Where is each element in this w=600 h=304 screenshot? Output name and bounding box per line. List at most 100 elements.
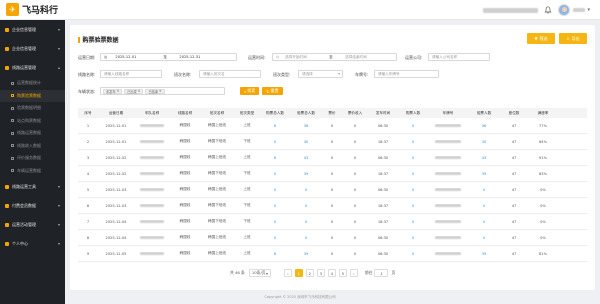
status-tag[interactable]: 已出发 ×	[124, 88, 144, 94]
shift-type-select[interactable]: 请选择 ▾	[298, 70, 343, 78]
page-button[interactable]: 2	[305, 269, 314, 277]
table-cell-check2[interactable]: 43	[468, 156, 500, 160]
table-cell-buy2[interactable]: 0	[398, 252, 428, 256]
bell-icon[interactable]	[544, 6, 553, 14]
sidebar-item-activities[interactable]: 运营活动管理 ▾	[0, 215, 65, 234]
table-cell-type: 下班	[243, 139, 251, 143]
table-row[interactable]: 2 2025-12-01 韩国线 韩国下班线 下班 0 30 0 0 18:37 0 30 47 64%	[78, 134, 587, 150]
page-size-select[interactable]: 10条/页 ▾	[248, 269, 271, 277]
sidebar-item-company-info-2[interactable]: 企业信息管理 ▾	[0, 39, 65, 58]
filter-button[interactable]: ▼ 筛选	[527, 33, 555, 44]
table-cell-check2[interactable]: 36	[468, 124, 500, 128]
table-cell-buy[interactable]: 6	[260, 124, 290, 128]
table-cell-check[interactable]: 0	[290, 236, 322, 240]
status-tag[interactable]: 已结束 ×	[145, 88, 165, 94]
logo[interactable]: ✈ 飞马科行	[6, 3, 58, 16]
table-cell-buy[interactable]: 0	[260, 236, 290, 240]
calendar-icon: ▦	[104, 55, 108, 59]
chevron-down-icon: ▾	[338, 72, 340, 76]
prev-page-button[interactable]: ‹	[283, 269, 292, 277]
table-cell-buy2[interactable]: 0	[398, 204, 428, 208]
table-row[interactable]: 6 2025-12-03 韩国线 韩国下班线 下班 0 0 0 0 18:37 0 0 47 0%	[78, 198, 587, 214]
table-cell-check2[interactable]: 30	[468, 140, 500, 144]
table-cell-redacted	[428, 235, 468, 240]
plate-input[interactable]: 请输入车牌号	[374, 70, 439, 78]
page-button[interactable]: 3	[316, 269, 325, 277]
status-tag[interactable]: 未发车 ×	[103, 88, 123, 94]
table-row[interactable]: 4 2025-12-02 韩国线 韩国下班线 下班 0 39 0 0 18:37 0 39 47 83%	[78, 166, 587, 182]
main-panel: 购票验票数据 ▼ 筛选 ⇩ 导出 运营日期: ▦ 2025-12-01 至 2025…	[70, 25, 595, 290]
table-cell-check[interactable]: 0	[290, 188, 322, 192]
table-cell-depart: 06:30	[377, 251, 389, 256]
sidebar-subitem[interactable]: 线路运营数据	[0, 127, 65, 140]
chevron-down-icon[interactable]: ▾	[587, 7, 590, 13]
table-cell-check[interactable]: 36	[290, 124, 322, 128]
shift-input[interactable]: 请输入班次名	[199, 70, 261, 78]
table-cell-buy[interactable]: 0	[260, 188, 290, 192]
table-cell-seats: 47	[511, 139, 517, 144]
table-cell-check[interactable]: 30	[290, 140, 322, 144]
date-range-input[interactable]: ▦ 2025-12-01 至 2025-12-31	[100, 53, 237, 61]
table-cell-check[interactable]: 39	[290, 252, 322, 256]
sidebar-subitem[interactable]: 线路收入数据	[0, 140, 65, 153]
close-icon[interactable]: ×	[117, 89, 120, 93]
status-multiselect[interactable]: 未发车 × 已出发 × 已结束 ×	[100, 87, 225, 95]
table-cell-buy2[interactable]: 0	[398, 188, 428, 192]
table-cell-check2[interactable]: 39	[468, 172, 500, 176]
table-cell-buy2[interactable]: 0	[398, 172, 428, 176]
sidebar-item-vip-data[interactable]: 付费会员数据 ▾	[0, 196, 65, 215]
table-cell-buy2[interactable]: 0	[398, 220, 428, 224]
sidebar-subitem[interactable]: 评价服务数据	[0, 152, 65, 165]
search-button[interactable]: ⌕ 搜索	[240, 87, 260, 95]
table-cell-check2[interactable]: 0	[468, 236, 500, 240]
next-page-button[interactable]: ›	[349, 269, 358, 277]
sidebar-subitem[interactable]: 车辆运营数据	[0, 165, 65, 178]
company-input[interactable]: 请输入公司名称	[428, 53, 490, 61]
table-cell-check[interactable]: 0	[290, 204, 322, 208]
sidebar-subitem[interactable]: 运营数据统计	[0, 77, 65, 90]
table-cell-check[interactable]: 39	[290, 172, 322, 176]
sidebar-subitem-active[interactable]: 购票验票数据	[0, 89, 65, 102]
table-cell-buy[interactable]: 0	[260, 204, 290, 208]
table-row[interactable]: 3 2025-12-02 韩国线 韩国上班线 上班 6 43 0 0 06:30 0 43 47 91%	[78, 150, 587, 166]
table-cell-buy2[interactable]: 0	[398, 156, 428, 160]
table-cell-buy[interactable]: 0	[260, 172, 290, 176]
table-row[interactable]: 1 2025-12-01 韩国线 韩国上班线 上班 6 36 0 0 06:30 0 36 47 77%	[78, 118, 587, 134]
table-cell-check[interactable]: 0	[290, 220, 322, 224]
reset-button[interactable]: ↻ 重置	[262, 87, 283, 95]
table-cell-check[interactable]: 43	[290, 156, 322, 160]
table-cell-buy2[interactable]: 0	[398, 140, 428, 144]
avatar[interactable]	[558, 4, 571, 16]
table-cell-buy[interactable]: 0	[260, 220, 290, 224]
table-cell-buy[interactable]: 6	[260, 252, 290, 256]
sidebar-subitem[interactable]: 站点购票数据	[0, 115, 65, 128]
sidebar-item-profile[interactable]: 个人中心 ▾	[0, 234, 65, 253]
sidebar-subitem[interactable]: 验票数据明细	[0, 102, 65, 115]
sidebar-item-line-tools[interactable]: 线路运营工具 ▾	[0, 177, 65, 196]
time-range-input[interactable]: ◷ 选择开始时间 至 选择结束时间	[272, 53, 397, 61]
page-button[interactable]: 1	[294, 269, 303, 277]
table-cell-check2[interactable]: 0	[468, 220, 500, 224]
table-row[interactable]: 8 2025-12-04 韩国线 韩国上班线 上班 0 0 0 0 06:30 0 0 47 0%	[78, 230, 587, 246]
sidebar-item-company-info[interactable]: 企业信息管理 ▾	[0, 20, 65, 39]
page-button[interactable]: 5	[338, 269, 347, 277]
table-cell-buy2[interactable]: 0	[398, 236, 428, 240]
column-header: 班次名称	[209, 110, 225, 115]
table-cell-buy[interactable]: 6	[260, 156, 290, 160]
export-button[interactable]: ⇩ 导出	[559, 33, 587, 44]
table-cell-check2[interactable]: 39	[468, 252, 500, 256]
table-row[interactable]: 7 2025-12-04 韩国线 韩国下班线 下班 0 0 0 0 18:37 0 0 47 0%	[78, 214, 587, 230]
table-cell-buy[interactable]: 0	[260, 140, 290, 144]
table-cell-check2[interactable]: 0	[468, 204, 500, 208]
page-button[interactable]: 4	[327, 269, 336, 277]
sidebar-item-line-operations[interactable]: 线路运营管理 ▴	[0, 58, 65, 77]
line-input[interactable]: 请输入线路名称	[100, 70, 162, 78]
table-cell-check2[interactable]: 0	[468, 188, 500, 192]
table-cell-buy2[interactable]: 0	[398, 124, 428, 128]
close-icon[interactable]: ×	[138, 89, 141, 93]
close-icon[interactable]: ×	[159, 89, 162, 93]
table-row[interactable]: 9 2025-12-05 韩国线 韩国上班线 上班 6 39 0 0 06:30 0 39 47 81%	[78, 246, 587, 262]
table-cell-rate: 91%	[539, 155, 547, 160]
goto-page-input[interactable]: 1	[374, 269, 389, 277]
table-row[interactable]: 5 2025-12-03 韩国线 韩国上班线 上班 0 0 0 0 06:30 0 0 47 0%	[78, 182, 587, 198]
